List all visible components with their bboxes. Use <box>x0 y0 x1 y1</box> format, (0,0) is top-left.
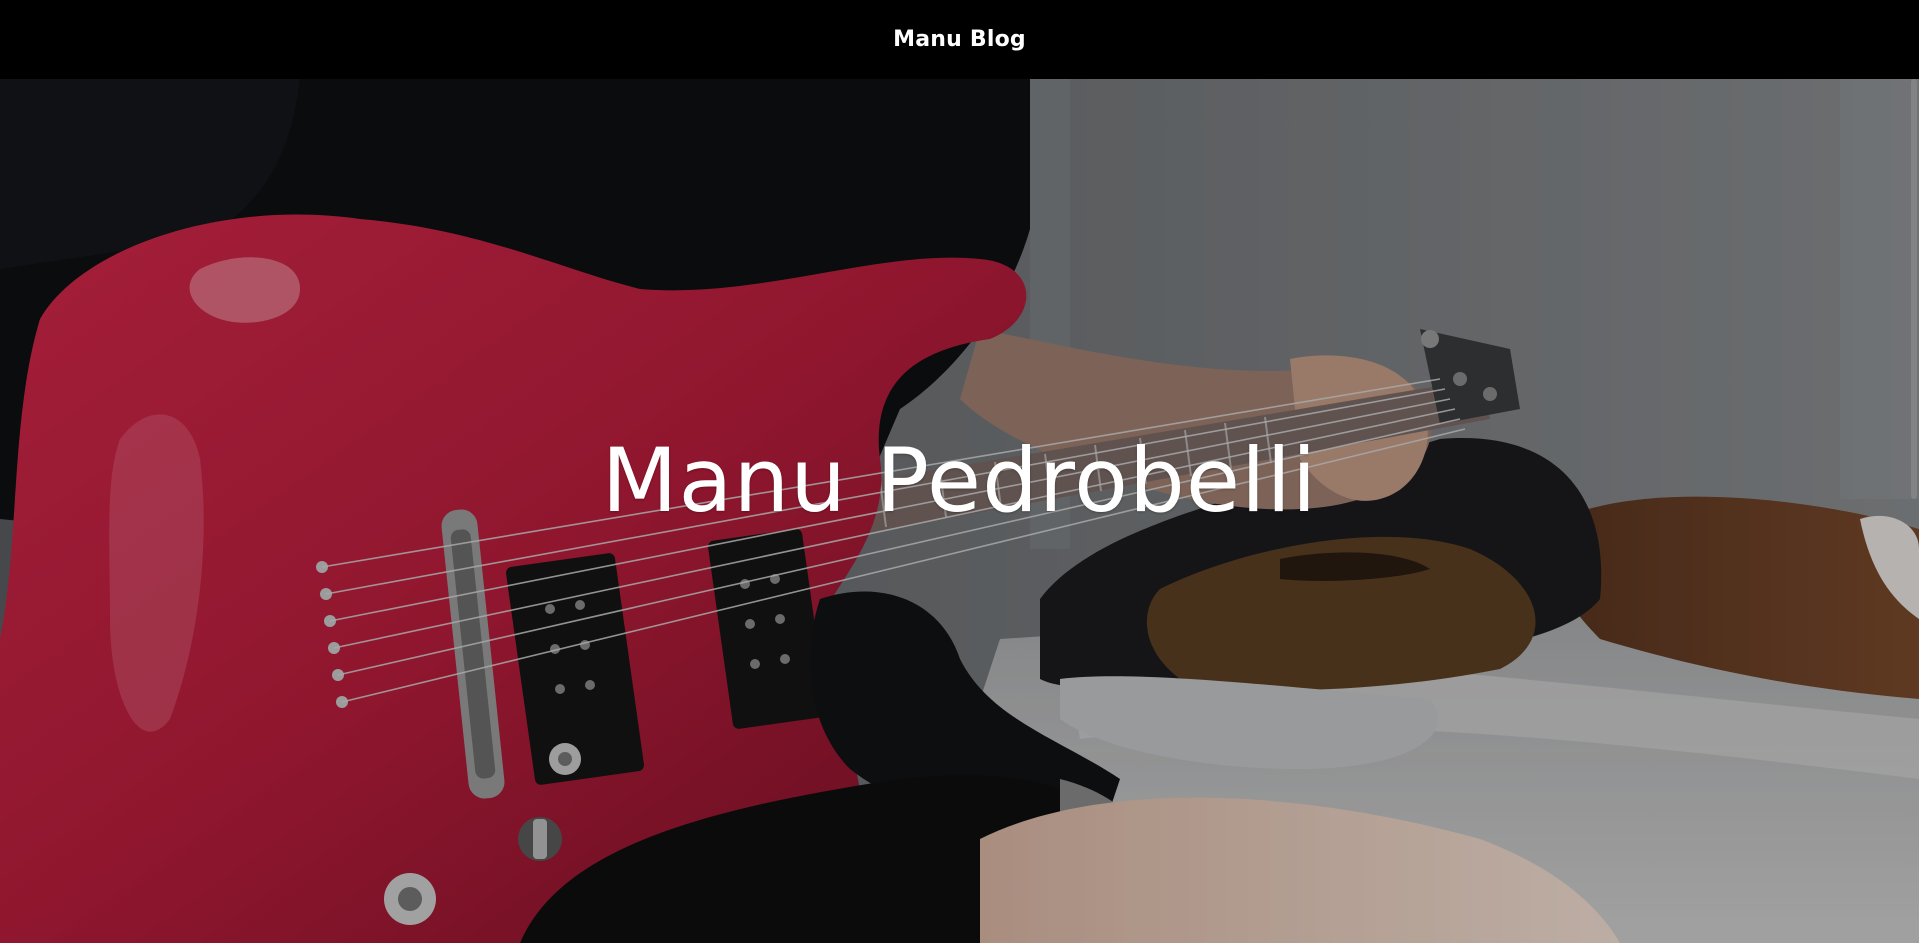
hero-section: Manu Pedrobelli <box>0 79 1919 943</box>
top-navbar: Manu Blog <box>0 0 1919 79</box>
vertical-scrollbar[interactable] <box>1911 79 1917 499</box>
page: Manu Blog Manu Pedrobelli <box>0 0 1919 943</box>
hero-title: Manu Pedrobelli <box>601 429 1318 532</box>
brand-link[interactable]: Manu Blog <box>893 27 1026 52</box>
